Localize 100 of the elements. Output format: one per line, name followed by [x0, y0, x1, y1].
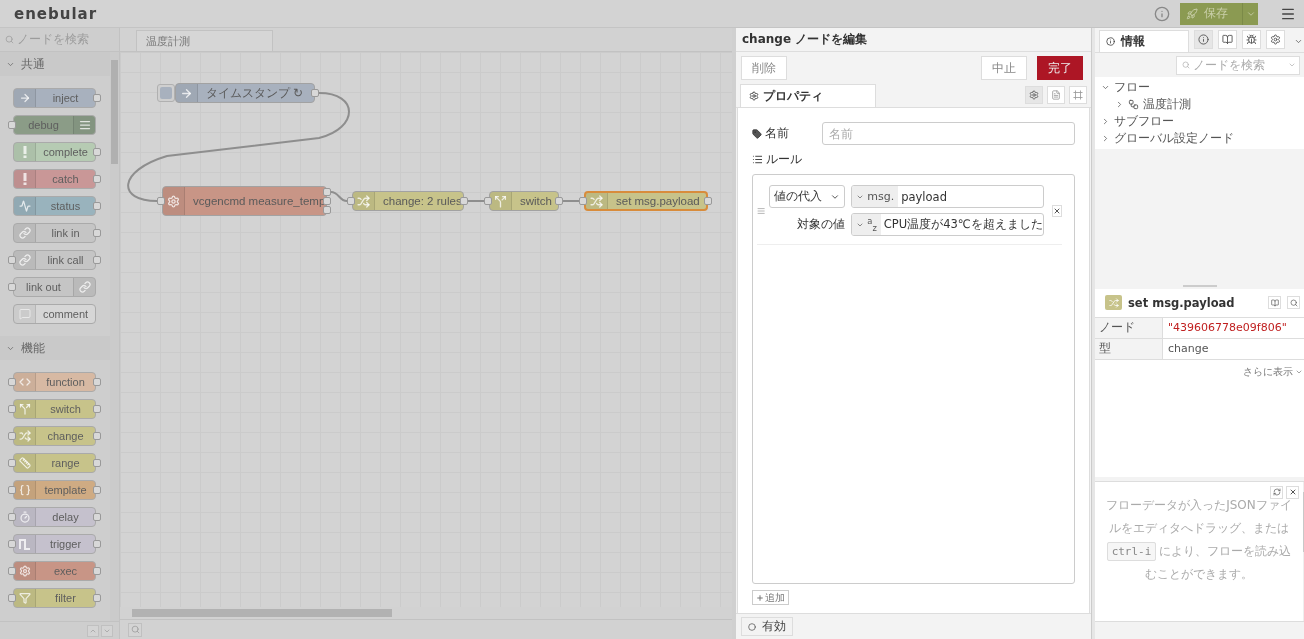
search-icon: [1289, 298, 1298, 307]
table-cell: change: [1163, 338, 1304, 360]
add-button[interactable]: 追加: [752, 590, 789, 605]
input-port: [8, 256, 16, 264]
book-button[interactable]: [1268, 296, 1281, 309]
sidebar-tool-button[interactable]: [1194, 30, 1213, 49]
flow-node[interactable]: タイムスタンプ ↻: [175, 83, 315, 103]
sidebar-tab[interactable]: 情報: [1099, 30, 1189, 52]
category-header[interactable]: 共通: [0, 52, 110, 76]
output-port: [93, 148, 101, 156]
palette-node[interactable]: delay: [13, 507, 96, 527]
scroll-up-button[interactable]: [87, 624, 99, 637]
scroll-down-button[interactable]: [101, 624, 113, 637]
chevron-down-icon: [1101, 83, 1110, 92]
document-icon: [1051, 90, 1061, 100]
sidebar-tool-button[interactable]: [1242, 30, 1261, 49]
wire[interactable]: [467, 200, 485, 202]
table-cell: ノード: [1095, 317, 1163, 339]
palette-node[interactable]: filter: [13, 588, 96, 608]
tree-item[interactable]: サブフロー: [1095, 113, 1304, 130]
panel-button[interactable]: [1025, 86, 1043, 104]
output-port: [704, 197, 712, 205]
palette-node[interactable]: trigger: [13, 534, 96, 554]
palette-node[interactable]: status: [13, 196, 96, 216]
refresh-icon: [1272, 488, 1281, 496]
output-port: [93, 175, 101, 183]
pulse-icon: [18, 200, 31, 212]
output-port: [93, 540, 101, 548]
search-field[interactable]: ノードを検索: [1176, 55, 1300, 75]
palette-node[interactable]: change: [13, 426, 96, 446]
close-button[interactable]: [1286, 485, 1299, 499]
output-port: [93, 594, 101, 602]
tree-item[interactable]: フロー: [1095, 79, 1304, 96]
flow-node[interactable]: vcgencmd measure_temp: [162, 186, 327, 216]
tray-button[interactable]: 削除: [741, 56, 787, 80]
sidebar-tool-button[interactable]: [1266, 30, 1285, 49]
output-port: [93, 459, 101, 467]
inject-button[interactable]: [157, 84, 175, 102]
property-input[interactable]: msg. payload: [851, 185, 1044, 208]
remove-button[interactable]: [1051, 204, 1062, 217]
panel-button[interactable]: [1047, 86, 1065, 104]
palette-node[interactable]: function: [13, 372, 96, 392]
action-select[interactable]: 値の代入: [769, 185, 846, 208]
flow-node[interactable]: set msg.payload: [584, 191, 708, 211]
palette-node[interactable]: exec: [13, 561, 96, 581]
wire[interactable]: [330, 191, 348, 202]
properties-tab[interactable]: プロパティ: [740, 84, 876, 107]
show-more-link[interactable]: さらに表示: [1242, 359, 1304, 384]
done-button[interactable]: 完了: [1037, 56, 1083, 80]
book-icon: [1222, 34, 1233, 45]
palette-node[interactable]: link in: [13, 223, 96, 243]
close-icon: [1052, 206, 1061, 215]
name-input[interactable]: 名前: [822, 122, 1075, 145]
tree-item[interactable]: グローバル設定ノード: [1095, 130, 1304, 147]
flow-tab[interactable]: 温度計測: [136, 30, 273, 51]
palette-node[interactable]: complete: [13, 142, 96, 162]
search-icon: [1182, 61, 1190, 69]
refresh-button[interactable]: [1270, 485, 1283, 499]
palette-node[interactable]: inject: [13, 88, 96, 108]
panel-button[interactable]: [1069, 86, 1087, 104]
output-port: [93, 229, 101, 237]
drag-handle-icon[interactable]: [757, 205, 766, 216]
palette-node[interactable]: range: [13, 453, 96, 473]
list-icon: [752, 154, 763, 165]
info-icon: [1198, 34, 1209, 45]
tree-item[interactable]: 温度計測: [1095, 96, 1304, 113]
input-port: [8, 405, 16, 413]
input-port: [8, 459, 16, 467]
tray-button[interactable]: 中止: [981, 56, 1027, 80]
search-button[interactable]: [128, 622, 142, 637]
palette-node[interactable]: switch: [13, 399, 96, 419]
wire[interactable]: [562, 200, 580, 202]
code-icon: [18, 376, 31, 388]
info-button[interactable]: [1154, 5, 1170, 22]
circle-icon: [748, 622, 756, 631]
keyboard-shortcut: ctrl-i: [1106, 541, 1157, 561]
chain-link-icon: [78, 281, 91, 293]
caret-icon[interactable]: [1294, 37, 1303, 46]
caret-icon: [1288, 61, 1296, 69]
frame-icon: [1073, 90, 1083, 100]
braces-icon: [18, 484, 31, 496]
output-port: [93, 405, 101, 413]
tip-text: により、フローを読み込: [1159, 543, 1292, 558]
scrollbar[interactable]: [1303, 481, 1304, 621]
flow-node[interactable]: switch: [489, 191, 559, 211]
search-button[interactable]: [1287, 296, 1300, 309]
palette-node[interactable]: template: [13, 480, 96, 500]
settings-icon: [1270, 34, 1281, 45]
palette-node[interactable]: catch: [13, 169, 96, 189]
palette-node[interactable]: link out: [13, 277, 96, 297]
palette-node[interactable]: debug: [13, 115, 96, 135]
flow-node[interactable]: change: 2 rules: [352, 191, 464, 211]
settings-icon: [1029, 90, 1039, 100]
palette-node[interactable]: comment: [13, 304, 96, 324]
category-header[interactable]: 機能: [0, 336, 110, 360]
palette-node[interactable]: link call: [13, 250, 96, 270]
input-port: [579, 197, 587, 205]
enabled-button[interactable]: 有効: [741, 617, 793, 636]
output-port: [93, 378, 101, 386]
sidebar-tool-button[interactable]: [1218, 30, 1237, 49]
